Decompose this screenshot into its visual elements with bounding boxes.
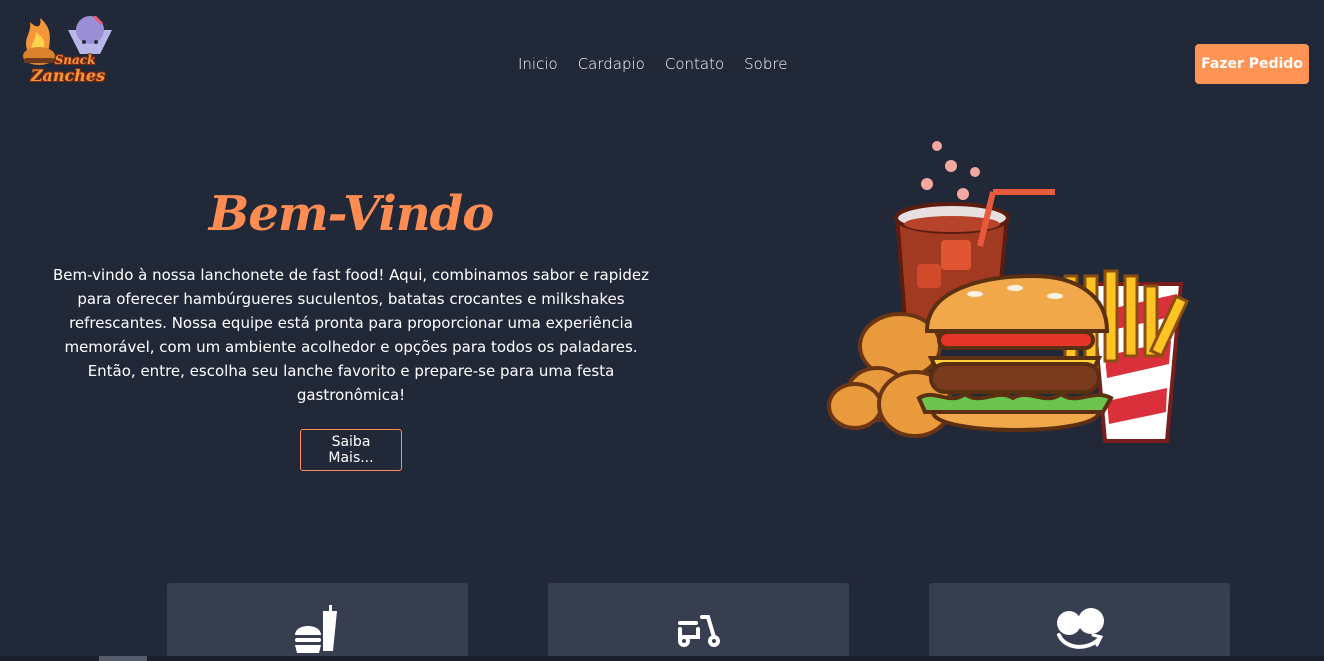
nav-item-inicio[interactable]: Inicio	[518, 54, 558, 74]
nav-item-sobre[interactable]: Sobre	[744, 54, 787, 74]
site-header: Snack Zanches Inicio Cardapio Contato So…	[0, 0, 1324, 128]
fast-food-image	[827, 141, 1190, 443]
hero-description: Bem-vindo à nossa lanchonete de fast foo…	[52, 266, 650, 404]
hero-title: Bem-Vindo	[208, 186, 494, 242]
feature-card-menu	[167, 583, 468, 661]
main-nav: Inicio Cardapio Contato Sobre	[518, 54, 807, 74]
feature-card-satisfaction	[929, 583, 1230, 661]
nav-item-cardapio[interactable]: Cardapio	[578, 54, 645, 74]
nav-item-contato[interactable]: Contato	[665, 54, 724, 74]
hero-section: Bem-Vindo Bem-vindo à nossa lanchonete d…	[44, 170, 658, 471]
burger-drink-icon	[293, 605, 343, 655]
delivery-scooter-icon	[674, 605, 724, 655]
brand-name: Snack Zanches	[18, 52, 118, 84]
scrollbar-thumb[interactable]	[99, 656, 147, 661]
brand-logo[interactable]: Snack Zanches	[18, 14, 118, 96]
feature-card-delivery	[548, 583, 849, 661]
order-button[interactable]: Fazer Pedido	[1195, 44, 1309, 84]
happy-customer-icon	[1055, 605, 1105, 655]
horizontal-scrollbar[interactable]	[0, 656, 1324, 661]
learn-more-button[interactable]: Saiba Mais...	[300, 429, 402, 471]
food-illustration	[815, 136, 1210, 451]
brand-line-2: Zanches	[30, 66, 106, 85]
